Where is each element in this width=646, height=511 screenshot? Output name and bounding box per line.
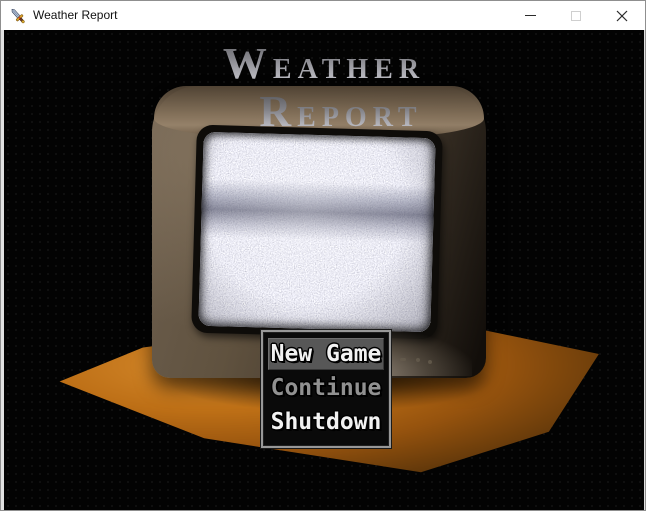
minimize-button[interactable]: [507, 1, 553, 30]
tv-button-icon: [428, 360, 432, 364]
tv-static-screen: [198, 131, 436, 333]
menu-item-continue[interactable]: Continue: [268, 372, 384, 404]
maximize-button[interactable]: [553, 1, 599, 30]
tv-button-icon: [416, 358, 420, 362]
menu-item-label: New Game: [270, 341, 382, 367]
tv-button-icon: [400, 358, 406, 361]
close-icon: [616, 10, 628, 21]
tv-bezel: [191, 124, 443, 340]
window: Weather Report WEATHER New Game Continue…: [0, 0, 646, 511]
close-button[interactable]: [599, 1, 645, 30]
maximize-icon: [571, 10, 581, 21]
game-viewport: Weather Report New Game Continue Shutdow…: [4, 30, 644, 510]
title-menu-window: New Game Continue Shutdown: [261, 330, 391, 448]
screen-vignette: [198, 131, 436, 333]
window-controls: [507, 1, 645, 30]
sword-icon[interactable]: [9, 7, 27, 25]
titlebar[interactable]: Weather Report: [1, 1, 645, 30]
menu-item-shutdown[interactable]: Shutdown: [268, 406, 384, 438]
window-title: Weather Report: [33, 8, 118, 22]
minimize-icon: [524, 15, 536, 16]
menu-item-label: Shutdown: [270, 409, 382, 435]
menu-item-label: Continue: [270, 375, 382, 401]
menu-item-new-game[interactable]: New Game: [268, 338, 384, 370]
